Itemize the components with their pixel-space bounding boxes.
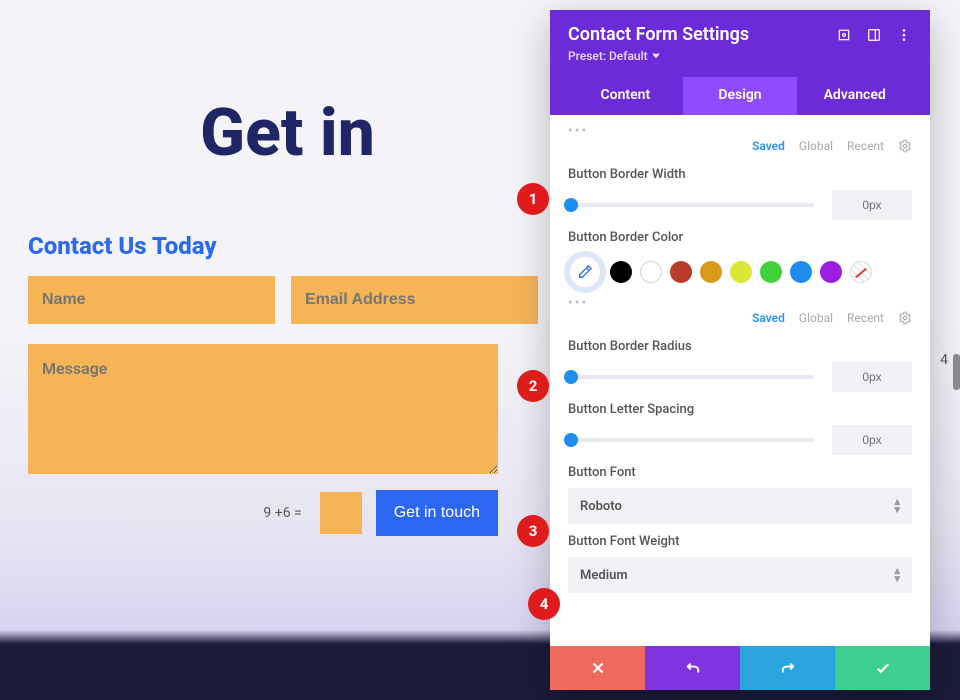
kebab-icon[interactable]	[896, 27, 912, 43]
undo-button[interactable]	[645, 646, 740, 690]
panel-header: Contact Form Settings Preset: Default Co…	[550, 10, 930, 115]
select-button-font-value: Roboto	[580, 499, 622, 514]
updown-icon: ▴▾	[894, 567, 900, 583]
swatch-white[interactable]	[640, 261, 662, 283]
swatch-green[interactable]	[760, 261, 782, 283]
swatch-red[interactable]	[670, 261, 692, 283]
panel-body: ••• Saved Global Recent Button Border Wi…	[550, 115, 930, 646]
label-letter-spacing: Button Letter Spacing	[568, 402, 912, 417]
check-icon	[874, 659, 892, 677]
gear-icon[interactable]	[898, 139, 912, 153]
preset-label: Preset: Default	[568, 49, 648, 63]
swatch-purple[interactable]	[820, 261, 842, 283]
swatch-lime[interactable]	[730, 261, 752, 283]
eyedropper-button[interactable]	[568, 255, 602, 289]
updown-icon: ▴▾	[894, 498, 900, 514]
swatch-black[interactable]	[610, 261, 632, 283]
eyedropper-icon	[577, 264, 593, 280]
swatch-amber[interactable]	[700, 261, 722, 283]
swatch-none[interactable]	[850, 261, 872, 283]
chevron-down-icon	[652, 52, 660, 60]
slider-thumb[interactable]	[564, 198, 578, 212]
swatch-blue[interactable]	[790, 261, 812, 283]
message-field[interactable]	[28, 344, 498, 474]
page-floating-number: 4	[940, 352, 948, 368]
undo-icon	[684, 659, 702, 677]
scrollbar-stub[interactable]	[953, 354, 960, 390]
label-button-font: Button Font	[568, 465, 912, 480]
label-border-color: Button Border Color	[568, 230, 912, 245]
page-title: Get in	[0, 95, 540, 172]
slider-thumb[interactable]	[564, 370, 578, 384]
slider-thumb[interactable]	[564, 433, 578, 447]
overflow-dots-icon[interactable]: •••	[568, 295, 912, 311]
tag-global[interactable]: Global	[799, 139, 833, 153]
name-field[interactable]	[28, 276, 275, 324]
redo-button[interactable]	[740, 646, 835, 690]
callout-3: 3	[518, 516, 548, 546]
tag-recent[interactable]: Recent	[847, 311, 884, 325]
select-font-weight[interactable]: Medium ▴▾	[568, 557, 912, 593]
captcha-input[interactable]	[320, 492, 362, 534]
select-button-font[interactable]: Roboto ▴▾	[568, 488, 912, 524]
tag-recent[interactable]: Recent	[847, 139, 884, 153]
label-font-weight: Button Font Weight	[568, 534, 912, 549]
slider-letter-spacing[interactable]	[568, 438, 814, 442]
panel-footer	[550, 646, 930, 690]
fullscreen-icon[interactable]	[836, 27, 852, 43]
value-border-width[interactable]	[832, 190, 912, 220]
tag-saved[interactable]: Saved	[752, 311, 785, 325]
contact-form: 9 +6 = Get in touch	[28, 276, 498, 536]
tag-saved[interactable]: Saved	[752, 139, 785, 153]
callout-2: 2	[518, 371, 548, 401]
preset-selector[interactable]: Preset: Default	[568, 49, 912, 63]
tab-design[interactable]: Design	[683, 77, 798, 115]
label-border-radius: Button Border Radius	[568, 339, 912, 354]
side-panel-icon[interactable]	[866, 27, 882, 43]
confirm-button[interactable]	[835, 646, 930, 690]
value-border-radius[interactable]	[832, 362, 912, 392]
value-letter-spacing[interactable]	[832, 425, 912, 455]
email-field[interactable]	[291, 276, 538, 324]
redo-icon	[779, 659, 797, 677]
panel-title: Contact Form Settings	[568, 24, 822, 45]
settings-panel: Contact Form Settings Preset: Default Co…	[550, 10, 930, 690]
label-border-width: Button Border Width	[568, 167, 912, 182]
tab-content[interactable]: Content	[568, 77, 683, 115]
submit-button[interactable]: Get in touch	[376, 490, 498, 536]
overflow-dots-icon[interactable]: •••	[568, 123, 912, 139]
select-font-weight-value: Medium	[580, 568, 628, 583]
captcha-question: 9 +6 =	[263, 505, 301, 521]
close-button[interactable]	[550, 646, 645, 690]
slider-border-radius[interactable]	[568, 375, 814, 379]
close-icon	[589, 659, 607, 677]
callout-4: 4	[529, 589, 559, 619]
tab-advanced[interactable]: Advanced	[797, 77, 912, 115]
callout-1: 1	[518, 184, 548, 214]
slider-border-width[interactable]	[568, 203, 814, 207]
gear-icon[interactable]	[898, 311, 912, 325]
tag-global[interactable]: Global	[799, 311, 833, 325]
